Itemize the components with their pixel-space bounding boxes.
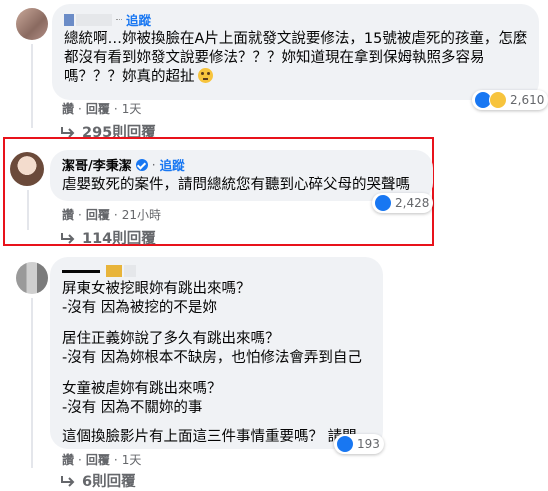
verified-badge-icon [135,158,148,171]
comment-text: 總統啊…妳被換臉在A片上面就發文說要修法，15號被虐死的孩童，怎麼都沒有看到妳發… [64,31,528,85]
like-reaction-icon [374,194,392,212]
reply-link[interactable]: 回覆 [86,453,110,467]
comment-text: 虐嬰致死的案件，請問總統您有聽到心碎父母的哭聲嗎 [62,177,410,193]
comment-actions: 讚 · 回覆 · 1天 [62,453,142,467]
comment-text: 屏東女被挖眼妳有跳出來嗎？ -沒有 因為被挖的不是妳 居住正義妳說了多久有跳出來… [62,281,362,445]
comment-header [62,265,136,277]
timestamp[interactable]: 1天 [122,102,142,116]
reaction-count[interactable]: 193 [334,434,384,454]
view-replies-button[interactable]: 114則回覆 [60,227,156,248]
thread-line [27,190,29,230]
comment-header: 潔哥/李秉潔 · 追蹤 [62,155,185,175]
redacted-name[interactable] [124,265,136,277]
comment-actions: 讚 · 回覆 · 1天 [62,102,142,116]
reply-arrow-icon [61,232,75,244]
redacted-name[interactable] [106,265,122,277]
redacted-name[interactable] [62,269,100,273]
view-replies-button[interactable]: 6則回覆 [60,470,136,491]
follow-button[interactable]: 追蹤 [126,10,151,29]
redacted-name[interactable] [64,13,74,26]
reply-arrow-icon [61,475,75,487]
like-link[interactable]: 讚 [62,102,74,116]
comment-header: 追蹤 [64,10,151,29]
reaction-count[interactable]: 2,428 [372,193,434,213]
like-link[interactable]: 讚 [62,453,74,467]
comment-bubble: 追蹤 總統啊…妳被換臉在A片上面就發文說要修法，15號被虐死的孩童，怎麼都沒有看… [52,4,548,110]
follow-button[interactable]: 追蹤 [160,155,185,174]
redacted-name[interactable] [76,13,112,26]
rolling-eyes-emoji-icon [197,68,213,83]
comment-bubble: 屏東女被挖眼妳有跳出來嗎？ -沒有 因為被挖的不是妳 居住正義妳說了多久有跳出來… [50,257,384,454]
reply-arrow-icon [61,126,75,138]
thread-line [31,298,33,468]
comment-bubble: 潔哥/李秉潔 · 追蹤 虐嬰致死的案件，請問總統您有聽到心碎父母的哭聲嗎 2,4… [50,150,434,213]
like-link[interactable]: 讚 [62,208,74,222]
thread-line [31,44,33,128]
avatar[interactable] [16,8,48,40]
reply-link[interactable]: 回覆 [86,102,110,116]
reaction-count[interactable]: 2,610 [472,90,548,110]
avatar[interactable] [10,152,44,186]
commenter-name[interactable]: 潔哥/李秉潔 [62,155,132,174]
timestamp[interactable]: 1天 [122,453,142,467]
haha-reaction-icon [489,91,507,109]
timestamp[interactable]: 21小時 [122,208,161,222]
avatar[interactable] [16,262,48,294]
reply-link[interactable]: 回覆 [86,208,110,222]
like-reaction-icon [336,435,354,453]
comment-actions: 讚 · 回覆 · 21小時 [62,208,161,222]
